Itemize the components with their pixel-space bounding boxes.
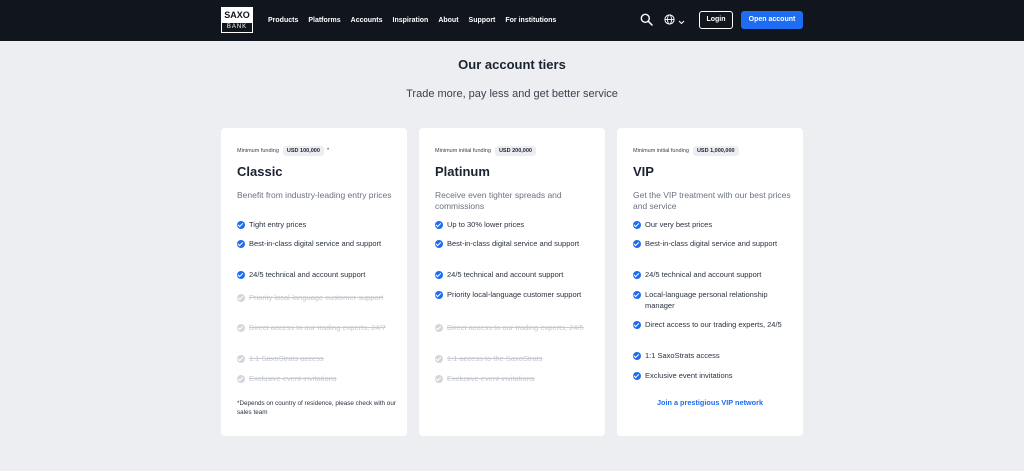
menu-item-products[interactable]: Products xyxy=(268,17,298,24)
tier-description: Benefit from industry-leading entry pric… xyxy=(237,190,392,200)
feature-item-disabled: 1:1 SaxoStrats access xyxy=(237,354,397,365)
menu-item-about[interactable]: About xyxy=(438,17,458,24)
tier-name: VIP xyxy=(633,164,654,179)
feature-item: Up to 30% lower prices xyxy=(435,220,595,231)
funding-label: Minimum funding xyxy=(237,148,279,154)
menu-item-support[interactable]: Support xyxy=(469,17,496,24)
check-circle-icon xyxy=(237,324,245,332)
check-circle-icon xyxy=(435,291,443,299)
feature-item: Direct access to our trading experts, 24… xyxy=(633,320,793,331)
tier-card-platinum: Minimum initial funding USD 200,000 Plat… xyxy=(419,128,605,436)
funding-amount-badge: USD 1,000,000 xyxy=(692,146,739,156)
menu-item-accounts[interactable]: Accounts xyxy=(351,17,383,24)
check-circle-icon xyxy=(633,221,641,229)
chevron-down-icon xyxy=(678,12,685,30)
check-circle-icon xyxy=(435,375,443,383)
funding-amount-badge: USD 100,000 xyxy=(282,146,324,156)
check-circle-icon xyxy=(633,271,641,279)
feature-item: Best-in-class digital service and suppor… xyxy=(237,239,397,250)
feature-item-disabled: Direct access to our trading experts, 24… xyxy=(237,323,397,334)
logo-bottom-text: BANK xyxy=(226,24,248,30)
page-subtitle: Trade more, pay less and get better serv… xyxy=(406,88,618,100)
check-circle-icon xyxy=(237,294,245,302)
feature-item: 24/5 technical and account support xyxy=(633,270,793,281)
funding-label: Minimum initial funding xyxy=(435,148,491,154)
check-circle-icon xyxy=(435,355,443,363)
feature-item: Priority local-language customer support xyxy=(435,290,595,301)
feature-item: Best-in-class digital service and suppor… xyxy=(633,239,793,250)
tier-name: Platinum xyxy=(435,164,490,179)
feature-item-disabled: 1:1 access to the SaxoStrats xyxy=(435,354,595,365)
check-circle-icon xyxy=(237,375,245,383)
check-circle-icon xyxy=(435,271,443,279)
feature-item: Best-in-class digital service and suppor… xyxy=(435,239,595,250)
logo-top-text: SAXO xyxy=(222,8,252,23)
funding-row: Minimum initial funding USD 1,000,000 xyxy=(633,146,739,156)
check-circle-icon xyxy=(633,291,641,299)
tier-card-vip: Minimum initial funding USD 1,000,000 VI… xyxy=(617,128,803,436)
feature-item-disabled: Direct access to our trading experts, 24… xyxy=(435,323,595,334)
top-nav: SAXO BANK Products Platforms Accounts In… xyxy=(0,0,1024,41)
check-circle-icon xyxy=(237,271,245,279)
menu-item-for-institutions[interactable]: For institutions xyxy=(505,17,556,24)
funding-row: Minimum funding USD 100,000 * xyxy=(237,146,329,156)
check-circle-icon xyxy=(633,240,641,248)
footnote: *Depends on country of residence, please… xyxy=(237,400,396,416)
feature-item-disabled: Priority local-language customer support xyxy=(237,293,397,304)
tier-description: Get the VIP treatment with our best pric… xyxy=(633,190,791,211)
footnote-marker: * xyxy=(326,148,330,154)
main-menu: Products Platforms Accounts Inspiration … xyxy=(268,0,566,41)
join-vip-network-link[interactable]: Join a prestigious VIP network xyxy=(617,398,803,409)
check-circle-icon xyxy=(435,240,443,248)
login-button[interactable]: Login xyxy=(699,11,733,29)
check-circle-icon xyxy=(435,221,443,229)
funding-amount-badge: USD 200,000 xyxy=(494,146,536,156)
check-circle-icon xyxy=(435,324,443,332)
feature-item-disabled: Exclusive event invitations xyxy=(237,374,397,385)
saxo-bank-logo[interactable]: SAXO BANK xyxy=(221,7,253,33)
check-circle-icon xyxy=(633,352,641,360)
feature-item: Our very best prices xyxy=(633,220,793,231)
check-circle-icon xyxy=(237,355,245,363)
page-title: Our account tiers xyxy=(458,57,566,72)
language-selector[interactable] xyxy=(664,12,686,30)
tier-card-classic: Minimum funding USD 100,000 * Classic Be… xyxy=(221,128,407,436)
globe-icon xyxy=(664,12,675,30)
feature-item: 24/5 technical and account support xyxy=(237,270,397,281)
tier-description: Receive even tighter spreads and commiss… xyxy=(435,190,562,211)
feature-item: Tight entry prices xyxy=(237,220,397,231)
check-circle-icon xyxy=(633,321,641,329)
check-circle-icon xyxy=(633,372,641,380)
menu-item-inspiration[interactable]: Inspiration xyxy=(393,17,429,24)
feature-item: Local-language personal relationship man… xyxy=(633,290,793,311)
funding-row: Minimum initial funding USD 200,000 xyxy=(435,146,536,156)
feature-item-disabled: Exclusive event invitations xyxy=(435,374,595,385)
feature-item: 24/5 technical and account support xyxy=(435,270,595,281)
check-circle-icon xyxy=(237,221,245,229)
check-circle-icon xyxy=(237,240,245,248)
feature-item: 1:1 SaxoStrats access xyxy=(633,351,793,362)
menu-item-platforms[interactable]: Platforms xyxy=(308,17,340,24)
open-account-button[interactable]: Open account xyxy=(741,11,803,29)
funding-label: Minimum initial funding xyxy=(633,148,689,154)
search-icon[interactable] xyxy=(640,13,653,26)
feature-item: Exclusive event invitations xyxy=(633,371,793,382)
tier-name: Classic xyxy=(237,164,283,179)
